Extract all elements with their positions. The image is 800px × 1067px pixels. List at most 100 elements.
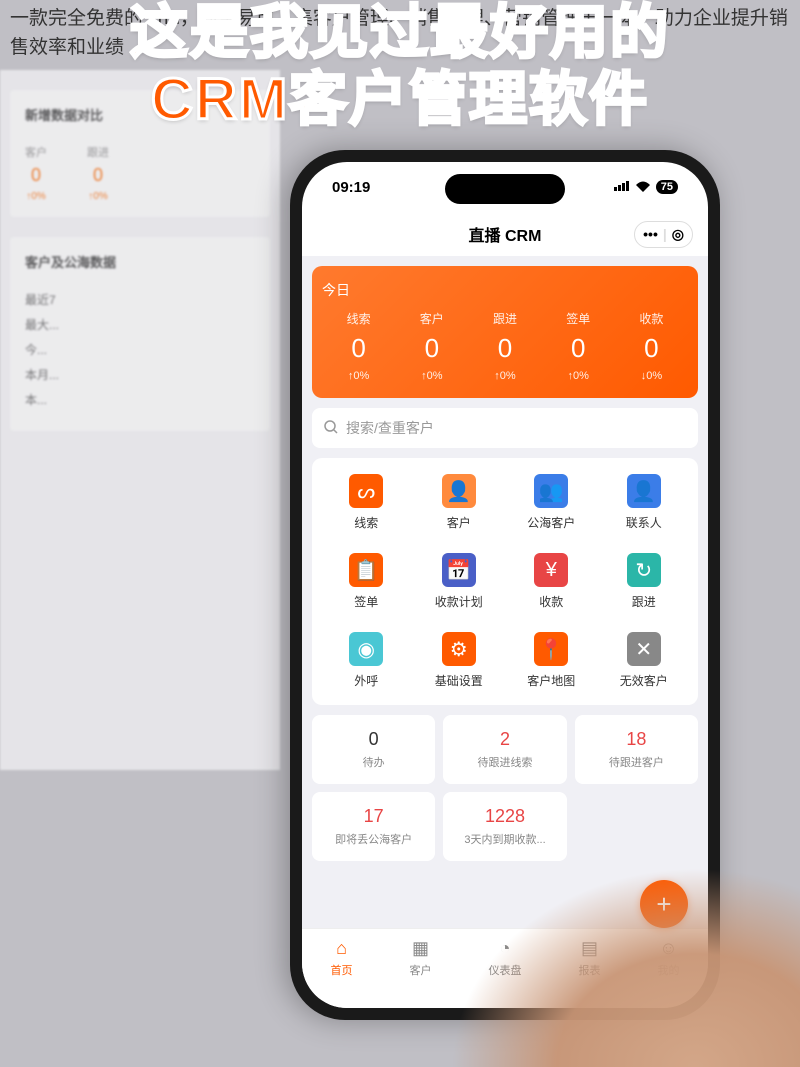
tile-value: 18 <box>583 729 690 750</box>
tile-label: 待办 <box>320 754 427 770</box>
stat-value: 0 <box>322 333 395 364</box>
feature-icon: ⚙ <box>442 632 476 666</box>
bg-card2-title: 客户及公海数据 <box>25 252 255 271</box>
feature-item-基础设置[interactable]: ⚙ 基础设置 <box>413 632 506 689</box>
background-description: 一款完全免费的 crm，简单易用，集客户管理、销售管理、营销管理于一体，助力企业… <box>0 0 800 67</box>
feature-icon: ✕ <box>627 632 661 666</box>
app-header: 直播 CRM ••• | ◎ <box>302 212 708 256</box>
feature-icon: ◉ <box>349 632 383 666</box>
miniapp-menu-button[interactable]: ••• | ◎ <box>634 221 693 248</box>
stat-pct: ↑0% <box>322 370 395 382</box>
bg-list-item: 最近7 <box>25 291 255 308</box>
today-label: 今日 <box>322 280 688 300</box>
summary-tile[interactable]: 17 即将丢公海客户 <box>312 792 435 861</box>
tile-value: 2 <box>451 729 558 750</box>
app-title: 直播 CRM <box>469 222 542 246</box>
today-stat-item[interactable]: 跟进 0 ↑0% <box>468 310 541 382</box>
today-stat-item[interactable]: 收款 0 ↓0% <box>615 310 688 382</box>
today-stat-item[interactable]: 客户 0 ↑0% <box>395 310 468 382</box>
feature-icon: 👥 <box>534 474 568 508</box>
summary-tile[interactable]: 18 待跟进客户 <box>575 715 698 784</box>
feature-label: 客户地图 <box>527 672 575 689</box>
feature-item-无效客户[interactable]: ✕ 无效客户 <box>598 632 691 689</box>
feature-item-签单[interactable]: 📋 签单 <box>320 553 413 610</box>
feature-icon: 📅 <box>442 553 476 587</box>
summary-tile[interactable]: 1228 3天内到期收款... <box>443 792 566 861</box>
summary-tiles: 0 待办2 待跟进线索18 待跟进客户17 即将丢公海客户1228 3天内到期收… <box>312 715 698 861</box>
feature-icon: 👤 <box>442 474 476 508</box>
tab-label: 客户 <box>410 962 432 978</box>
today-stat-item[interactable]: 签单 0 ↑0% <box>542 310 615 382</box>
bg-list-item: 今... <box>25 341 255 358</box>
feature-item-外呼[interactable]: ◉ 外呼 <box>320 632 413 689</box>
stat-pct: ↓0% <box>615 370 688 382</box>
bg-card-title: 新增数据对比 <box>25 105 255 124</box>
bg-list-item: 本月... <box>25 366 255 383</box>
tab-首页[interactable]: ⌂ 首页 <box>331 937 353 1008</box>
wifi-icon <box>635 180 651 195</box>
stat-value: 0 <box>542 333 615 364</box>
feature-icon: 👤 <box>627 474 661 508</box>
feature-item-联系人[interactable]: 👤 联系人 <box>598 474 691 531</box>
stat-pct: ↑0% <box>468 370 541 382</box>
holding-hand <box>450 867 800 1067</box>
tile-label: 待跟进客户 <box>583 754 690 770</box>
feature-item-跟进[interactable]: ↻ 跟进 <box>598 553 691 610</box>
bg-list-item: 最大... <box>25 316 255 333</box>
feature-label: 基础设置 <box>435 672 483 689</box>
feature-icon: ¥ <box>534 553 568 587</box>
feature-item-收款计划[interactable]: 📅 收款计划 <box>413 553 506 610</box>
today-stats-card[interactable]: 今日 线索 0 ↑0%客户 0 ↑0%跟进 0 ↑0%签单 0 ↑0%收款 0 <box>312 266 698 398</box>
tab-客户[interactable]: ▦ 客户 <box>410 937 432 1008</box>
feature-label: 收款 <box>539 593 563 610</box>
search-input[interactable]: 搜索/查重客户 <box>312 408 698 448</box>
background-dashboard: 新增数据对比 客户 0 ↑0% 跟进 0 ↑0% 客户及公海数据 最近7最大..… <box>0 70 280 770</box>
stat-value: 0 <box>468 333 541 364</box>
feature-label: 无效客户 <box>620 672 668 689</box>
feature-item-公海客户[interactable]: 👥 公海客户 <box>505 474 598 531</box>
feature-icon: ↻ <box>627 553 661 587</box>
tile-label: 3天内到期收款... <box>451 831 558 847</box>
stat-value: 0 <box>395 333 468 364</box>
signal-icon <box>614 180 630 194</box>
feature-label: 客户 <box>447 514 471 531</box>
bg-list-item: 本... <box>25 391 255 408</box>
search-placeholder: 搜索/查重客户 <box>346 418 434 438</box>
tab-label: 首页 <box>331 962 353 978</box>
stat-label: 线索 <box>322 310 395 327</box>
feature-icon: 📋 <box>349 553 383 587</box>
feature-icon: 📍 <box>534 632 568 666</box>
feature-item-客户[interactable]: 👤 客户 <box>413 474 506 531</box>
search-icon <box>324 420 338 437</box>
stat-label: 客户 <box>395 310 468 327</box>
feature-label: 签单 <box>354 593 378 610</box>
feature-label: 跟进 <box>632 593 656 610</box>
menu-dots-icon: ••• <box>643 226 658 242</box>
tile-label: 待跟进线索 <box>451 754 558 770</box>
stat-pct: ↑0% <box>395 370 468 382</box>
feature-icon-grid: ᔕ 线索👤 客户👥 公海客户👤 联系人📋 签单📅 收款计划¥ 收款↻ 跟进◉ 外… <box>312 458 698 705</box>
tile-value: 1228 <box>451 806 558 827</box>
feature-label: 外呼 <box>354 672 378 689</box>
tile-label: 即将丢公海客户 <box>320 831 427 847</box>
feature-label: 线索 <box>354 514 378 531</box>
stat-pct: ↑0% <box>542 370 615 382</box>
summary-tile[interactable]: 0 待办 <box>312 715 435 784</box>
feature-label: 公海客户 <box>527 514 575 531</box>
tile-value: 17 <box>320 806 427 827</box>
today-stat-item[interactable]: 线索 0 ↑0% <box>322 310 395 382</box>
main-content: 今日 线索 0 ↑0%客户 0 ↑0%跟进 0 ↑0%签单 0 ↑0%收款 0 <box>302 256 708 928</box>
feature-item-线索[interactable]: ᔕ 线索 <box>320 474 413 531</box>
tab-icon: ▦ <box>410 937 432 959</box>
feature-icon: ᔕ <box>349 474 383 508</box>
tab-icon: ⌂ <box>331 937 353 959</box>
tile-value: 0 <box>320 729 427 750</box>
stat-label: 签单 <box>542 310 615 327</box>
stat-label: 收款 <box>615 310 688 327</box>
summary-tile[interactable]: 2 待跟进线索 <box>443 715 566 784</box>
phone-notch <box>445 174 565 204</box>
stat-label: 跟进 <box>468 310 541 327</box>
feature-item-收款[interactable]: ¥ 收款 <box>505 553 598 610</box>
feature-item-客户地图[interactable]: 📍 客户地图 <box>505 632 598 689</box>
status-time: 09:19 <box>332 179 370 196</box>
